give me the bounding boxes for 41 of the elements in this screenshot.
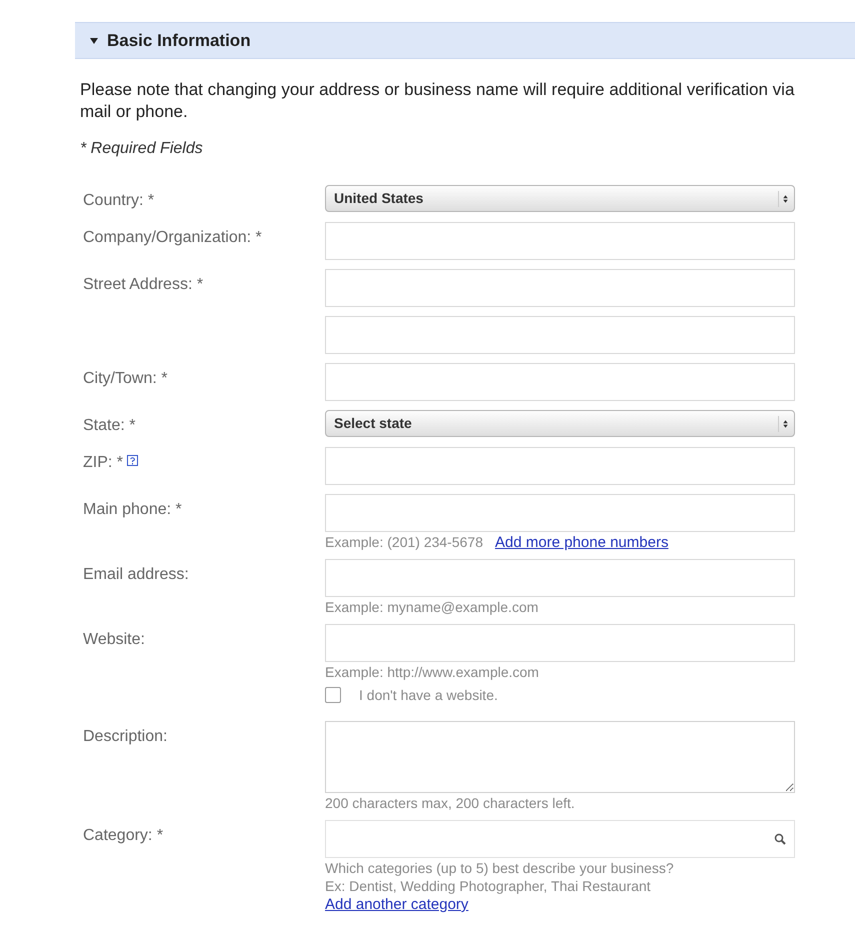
text-field[interactable] bbox=[325, 559, 795, 597]
field-label: Country: * bbox=[83, 191, 154, 211]
text-field[interactable] bbox=[325, 494, 795, 532]
field-label: Main phone: * bbox=[83, 500, 182, 520]
text-field[interactable] bbox=[325, 624, 795, 662]
section-header[interactable]: Basic Information bbox=[75, 22, 855, 59]
search-icon bbox=[774, 833, 786, 845]
select-dropdown[interactable]: Select state bbox=[325, 410, 795, 437]
field-label: ZIP: * bbox=[83, 453, 124, 473]
category-search-field[interactable] bbox=[325, 820, 795, 858]
text-field[interactable] bbox=[325, 363, 795, 401]
text-field[interactable] bbox=[325, 269, 795, 307]
hint-text: Example: (201) 234-5678 bbox=[325, 535, 483, 550]
field-label: City/Town: * bbox=[83, 369, 168, 389]
hint-text: Ex: Dentist, Wedding Photographer, Thai Restaurant bbox=[325, 879, 651, 894]
required-fields-note: * Required Fields bbox=[80, 139, 204, 159]
field-label: Description: bbox=[83, 727, 168, 747]
section-title: Basic Information bbox=[107, 30, 251, 52]
hint-text: 200 characters max, 200 characters left. bbox=[325, 796, 575, 811]
hint-text: Example: http://www.example.com bbox=[325, 665, 539, 680]
checkbox[interactable] bbox=[325, 687, 341, 703]
notice-text: Please note that changing your address or business name will require additional verification via mail or phone. bbox=[80, 79, 796, 123]
field-label: Company/Organization: * bbox=[83, 228, 262, 248]
field-label: Street Address: * bbox=[83, 275, 204, 295]
link[interactable]: Add another category bbox=[325, 897, 468, 912]
select-arrows-icon bbox=[778, 416, 790, 432]
hint-text: Which categories (up to 5) best describe your business? bbox=[325, 861, 674, 876]
description-field[interactable] bbox=[325, 721, 795, 793]
select-arrows-icon bbox=[778, 190, 790, 206]
select-dropdown[interactable]: United States bbox=[325, 185, 795, 212]
checkbox-label: I don't have a website. bbox=[359, 688, 498, 702]
text-field[interactable] bbox=[325, 316, 795, 354]
text-field[interactable] bbox=[325, 447, 795, 485]
hint-text: Example: myname@example.com bbox=[325, 600, 538, 615]
field-label: Website: bbox=[83, 630, 145, 650]
link[interactable]: Add more phone numbers bbox=[495, 535, 668, 550]
field-label: Category: * bbox=[83, 826, 164, 846]
field-label: State: * bbox=[83, 416, 136, 436]
field-label: Email address: bbox=[83, 565, 189, 585]
help-icon[interactable] bbox=[127, 455, 138, 466]
text-field[interactable] bbox=[325, 222, 795, 260]
